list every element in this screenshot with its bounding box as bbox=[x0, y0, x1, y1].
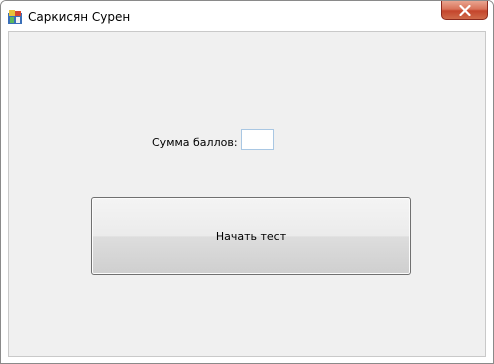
app-icon bbox=[8, 9, 22, 24]
form-client-area: Сумма баллов: Начать тест bbox=[8, 31, 486, 357]
start-test-button[interactable]: Начать тест bbox=[91, 197, 411, 275]
title-bar[interactable]: Саркисян Сурен bbox=[1, 1, 493, 31]
close-button[interactable] bbox=[441, 1, 488, 20]
score-input[interactable] bbox=[241, 129, 274, 150]
app-window: Саркисян Сурен Сумма баллов: Начать тест bbox=[0, 0, 494, 364]
window-title: Саркисян Сурен bbox=[28, 10, 131, 24]
close-icon bbox=[459, 5, 471, 16]
score-label: Сумма баллов: bbox=[152, 136, 238, 149]
